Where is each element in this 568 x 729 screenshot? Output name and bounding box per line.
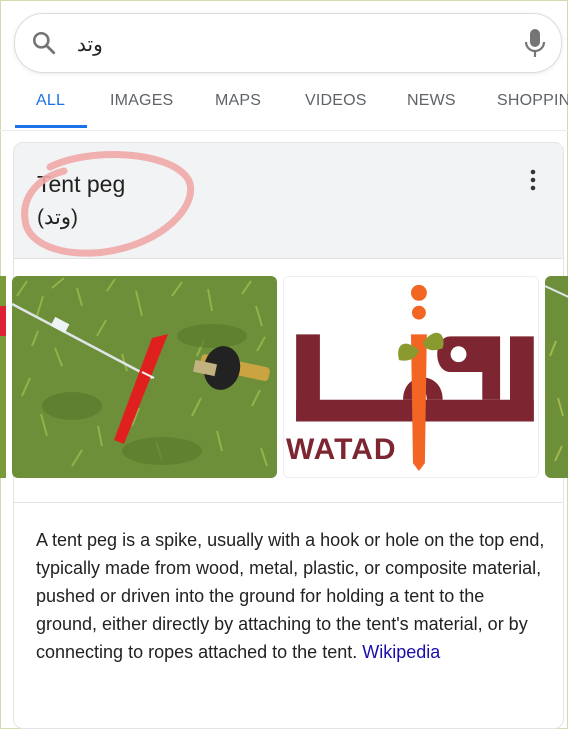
tab-news[interactable]: NEWS: [407, 92, 456, 110]
tab-all[interactable]: ALL: [36, 92, 65, 110]
tab-videos[interactable]: VIDEOS: [305, 92, 367, 110]
next-image-sliver[interactable]: [545, 276, 568, 478]
search-bar[interactable]: وتد: [14, 13, 562, 73]
more-vert-icon[interactable]: [529, 169, 537, 191]
description-text: A tent peg is a spike, usually with a ho…: [36, 530, 545, 662]
card-subtitle: (وتد): [37, 206, 79, 229]
active-tab-indicator: [15, 125, 87, 128]
tent-peg-photo[interactable]: [12, 276, 277, 478]
card-divider: [14, 502, 562, 503]
card-title: Tent peg: [37, 171, 126, 197]
wikipedia-link[interactable]: Wikipedia: [362, 642, 440, 662]
mic-icon[interactable]: [523, 27, 547, 59]
previous-image-sliver[interactable]: [0, 276, 6, 478]
tab-images[interactable]: IMAGES: [110, 92, 173, 110]
tab-shopping[interactable]: SHOPPIN: [497, 92, 568, 110]
tab-maps[interactable]: MAPS: [215, 92, 261, 110]
card-description: A tent peg is a spike, usually with a ho…: [36, 526, 546, 666]
image-carousel[interactable]: WATAD: [0, 276, 568, 479]
search-icon[interactable]: [31, 30, 57, 56]
search-query[interactable]: وتد: [77, 32, 103, 57]
search-tabs: ALL IMAGES MAPS VIDEOS NEWS SHOPPIN: [0, 78, 568, 131]
watad-logo-text: WATAD: [286, 433, 397, 466]
card-header: Tent peg (وتد): [14, 143, 563, 259]
